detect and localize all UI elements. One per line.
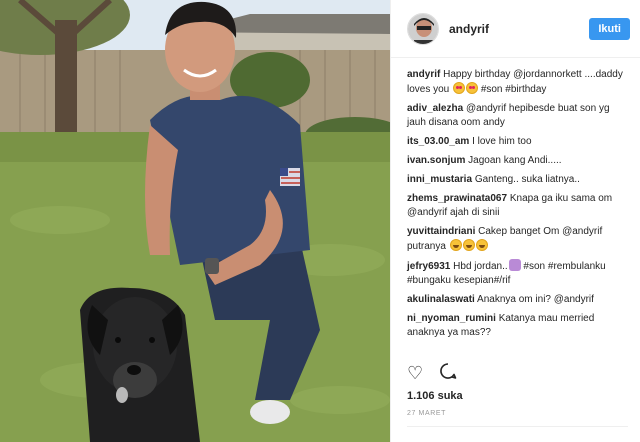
divider (407, 426, 628, 427)
post-header: andyrif Ikuti (391, 0, 640, 58)
grin-emoji-icon (462, 239, 475, 251)
comment-link[interactable]: @andyrif (554, 294, 594, 305)
avatar-image (408, 13, 438, 44)
post-username[interactable]: andyrif (449, 22, 589, 36)
person-emoji-icon (508, 259, 521, 271)
comment-text: I love him too (472, 136, 532, 147)
comment-item: jefry6931 Hbd jordan.. #son #rembulanku … (407, 259, 628, 288)
comment-username[interactable]: jefry6931 (407, 261, 450, 272)
comment-link[interactable]: @andyrif (407, 207, 447, 218)
comment-link[interactable]: #son (523, 261, 545, 272)
comment-username[interactable]: akulinalaswati (407, 294, 475, 305)
comment-text: Ganteng.. suka liatnya.. (474, 174, 580, 185)
comment-text: ajah di sinii (447, 207, 500, 218)
comment-link[interactable]: #bungaku (407, 275, 451, 286)
comment-text: Happy birthday (443, 69, 514, 80)
comment-list: andyrif Happy birthday @jordannorkett ..… (391, 58, 640, 360)
comment-link[interactable]: @andyrif (562, 226, 602, 237)
comment-item: its_03.00_am I love him too (407, 135, 628, 149)
post-side-panel: andyrif Ikuti andyrif Happy birthday @jo… (390, 0, 640, 442)
comment-text: Hbd jordan.. (453, 261, 508, 272)
comment-username[interactable]: inni_mustaria (407, 174, 472, 185)
comment-text: Jagoan kang Andi..... (468, 155, 562, 166)
comment-text: Cakep banget Om (478, 226, 563, 237)
likes-count[interactable]: 1.106 suka (407, 390, 463, 402)
comment-link[interactable]: #rembulanku (548, 261, 606, 272)
action-bar: ♡ (407, 362, 457, 383)
comment-item: zhems_prawinata067 Knapa ga iku sama om … (407, 192, 628, 220)
photo-illustration (0, 0, 390, 442)
love-emoji-icon (453, 82, 466, 94)
grin-emoji-icon (475, 239, 488, 251)
love-emoji-icon (466, 82, 479, 94)
follow-button[interactable]: Ikuti (589, 17, 630, 40)
comment-username[interactable]: zhems_prawinata067 (407, 193, 507, 204)
comment-username[interactable]: yuvittaindriani (407, 226, 475, 237)
comment-text: Knapa ga iku sama om (509, 193, 613, 204)
comment-item: andyrif Happy birthday @jordannorkett ..… (407, 68, 628, 97)
post-photo[interactable] (0, 0, 390, 442)
avatar[interactable] (407, 12, 439, 45)
comment-text: Anaknya om ini? (477, 294, 554, 305)
comment-item: ni_nyoman_rumini Katanya mau merried ana… (407, 312, 628, 340)
comment-username[interactable]: andyrif (407, 69, 440, 80)
heart-icon[interactable]: ♡ (407, 364, 423, 382)
comment-item: akulinalaswati Anaknya om ini? @andyrif (407, 293, 628, 307)
comment-text: putranya (407, 241, 449, 252)
comment-link[interactable]: @jordannorkett (513, 69, 582, 80)
comment-item: ivan.sonjum Jagoan kang Andi..... (407, 154, 628, 168)
grin-emoji-icon (449, 239, 462, 251)
comment-username[interactable]: ivan.sonjum (407, 155, 465, 166)
post-date: 27 MARET (407, 410, 447, 417)
comment-username[interactable]: its_03.00_am (407, 136, 469, 147)
comment-username[interactable]: adiv_alezha (407, 103, 463, 114)
comment-item: yuvittaindriani Cakep banget Om @andyrif… (407, 225, 628, 254)
comment-icon[interactable] (439, 362, 457, 383)
comment-link[interactable]: @andyrif (466, 103, 506, 114)
comment-username[interactable]: ni_nyoman_rumini (407, 313, 496, 324)
comment-link[interactable]: #birthday (505, 84, 546, 95)
comment-item: inni_mustaria Ganteng.. suka liatnya.. (407, 173, 628, 187)
comment-text: kesepian#/rif (450, 275, 511, 286)
comment-link[interactable]: #son (481, 84, 503, 95)
comment-item: adiv_alezha @andyrif hepibesde buat son … (407, 102, 628, 130)
